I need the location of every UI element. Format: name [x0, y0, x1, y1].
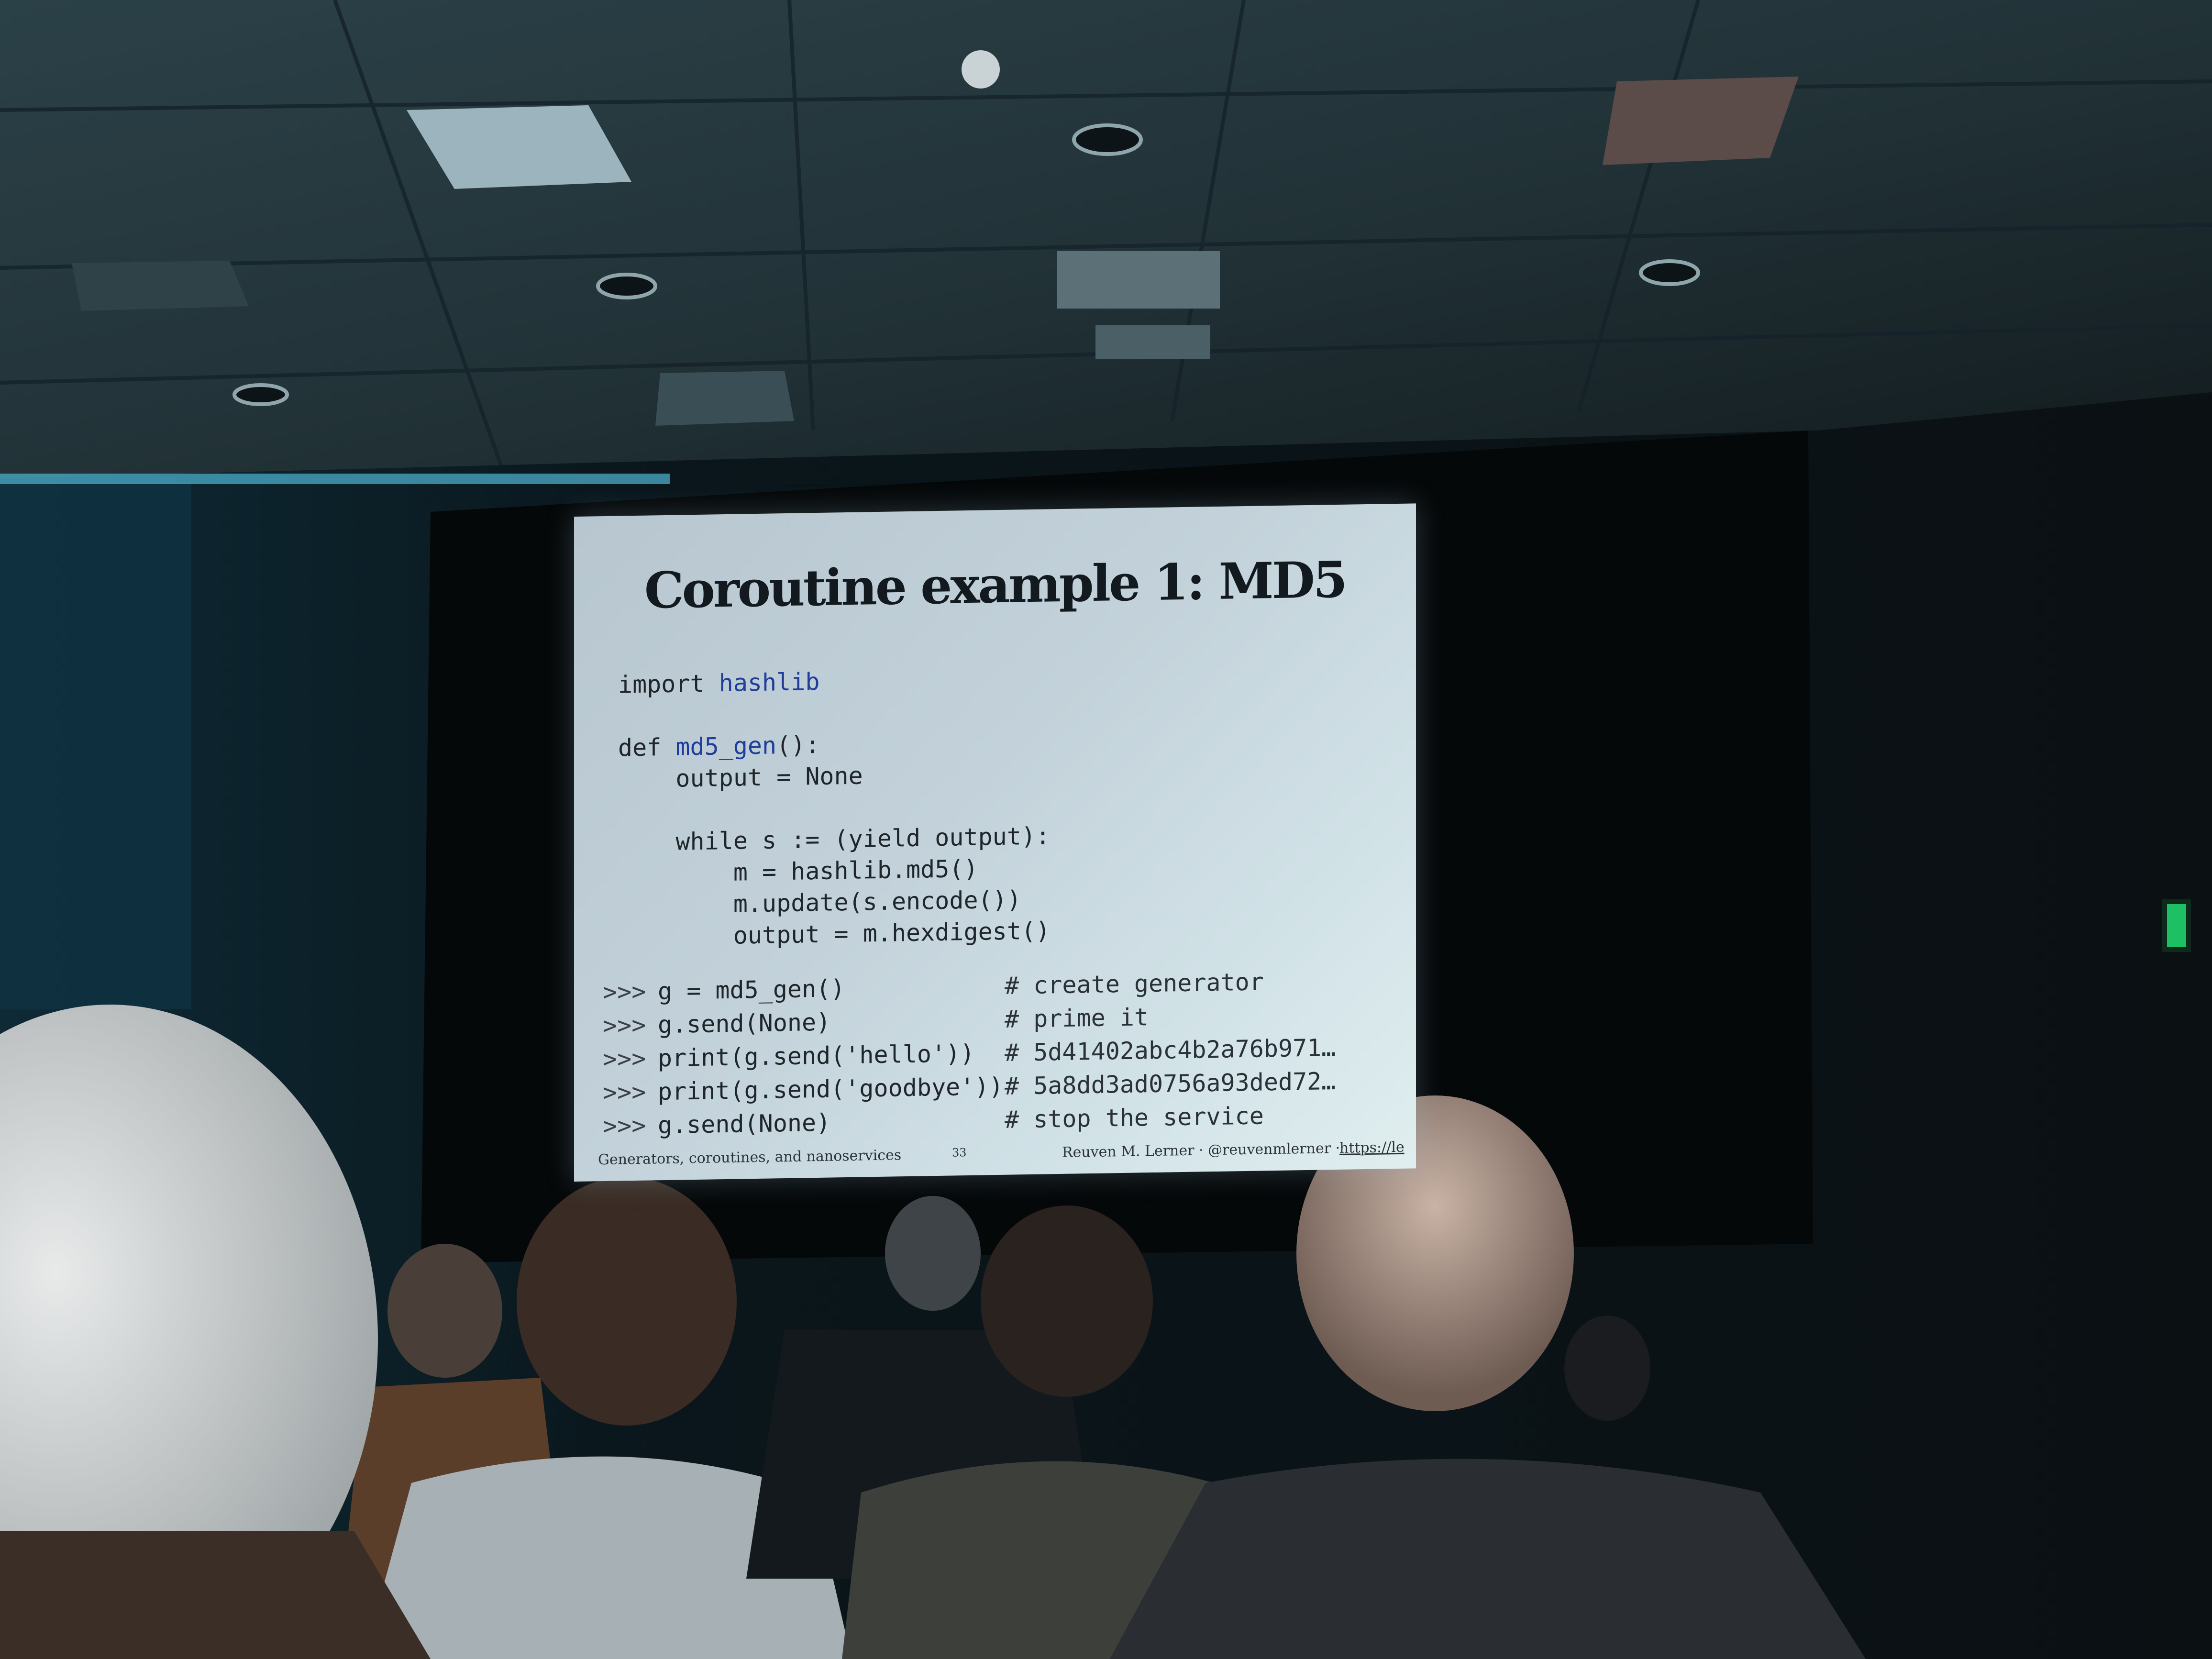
footer-page-number: 33 — [952, 1146, 967, 1160]
slide-title: Coroutine example 1: MD5 — [644, 550, 1346, 620]
code-line: output = m.hexdigest() — [618, 915, 1050, 953]
footer-author: Reuven M. Lerner · @reuvenmlerner · — [1062, 1139, 1340, 1161]
code-token: def — [618, 733, 676, 762]
code-token: (): — [776, 730, 820, 760]
repl-command: print(g.send('hello')) — [658, 1039, 975, 1073]
code-token: hashlib — [719, 667, 820, 697]
presentation-slide: Coroutine example 1: MD5 import hashlib d… — [574, 503, 1416, 1182]
repl-prompt: >>> — [603, 1011, 646, 1040]
repl-prompt: >>> — [603, 1111, 646, 1140]
repl-command: g.send(None) — [658, 1108, 831, 1139]
repl-comment: # prime it — [1005, 1003, 1149, 1033]
code-token: md5_gen — [675, 731, 777, 761]
smoke-detector-icon — [962, 50, 1000, 88]
ceiling — [0, 0, 2212, 478]
code-block: import hashlib def md5_gen(): output = No… — [618, 662, 1050, 953]
exit-sign — [2162, 899, 2191, 952]
repl-command: g = md5_gen() — [658, 974, 845, 1006]
repl-comment: # stop the service — [1005, 1102, 1264, 1134]
repl-prompt: >>> — [603, 1044, 646, 1073]
code-token: m.update(s.encode()) — [618, 885, 1021, 920]
repl-prompt: >>> — [603, 1078, 646, 1107]
repl-comment: # create generator — [1005, 968, 1264, 1000]
repl-session: >>> g = md5_gen() # create generator >>> g.s… — [603, 964, 1336, 1143]
repl-comment: # 5a8dd3ad0756a93ded72… — [1005, 1067, 1336, 1100]
footer-url: https://le — [1339, 1139, 1405, 1157]
code-token: while s := (yield output): — [618, 822, 1051, 857]
code-token: m = hashlib.md5() — [618, 854, 978, 888]
code-token: import — [618, 669, 719, 699]
slide-footer: Generators, coroutines, and nanoservices… — [598, 1139, 1406, 1173]
code-token: output = m.hexdigest() — [618, 917, 1051, 951]
repl-comment: # 5d41402abc4b2a76b971… — [1005, 1033, 1336, 1067]
repl-command: print(g.send('goodbye')) — [658, 1072, 1004, 1106]
code-token: output = None — [618, 762, 863, 794]
repl-command: g.send(None) — [658, 1008, 831, 1039]
repl-prompt: >>> — [603, 977, 646, 1006]
footer-deck-title: Generators, coroutines, and nanoservices — [598, 1147, 902, 1169]
